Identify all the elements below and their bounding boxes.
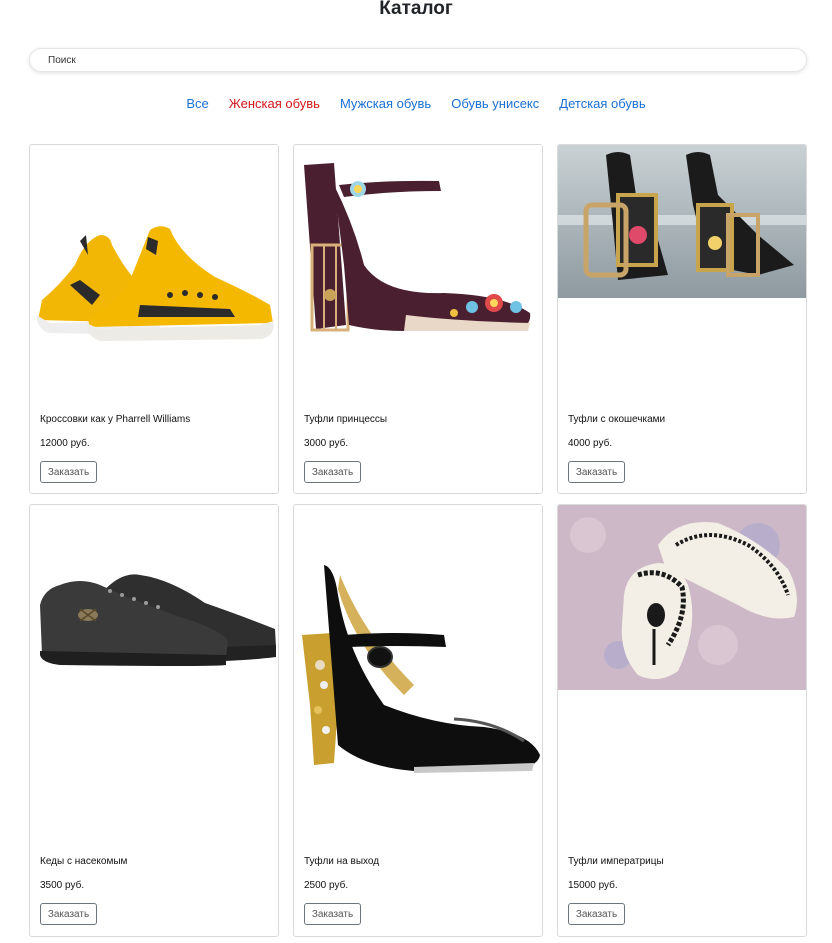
product-name: Кроссовки как у Pharrell Williams	[40, 414, 191, 425]
page-title: Каталог	[379, 0, 453, 19]
catalog-page: Каталог Все Женская обувь Мужская обувь …	[0, 0, 832, 943]
product-card: Кеды с насекомым 3500 руб. Заказать	[29, 504, 279, 937]
product-price: 12000 руб.	[40, 438, 90, 449]
product-card: Кроссовки как у Pharrell Williams 12000 …	[29, 144, 279, 494]
black-patent-heels-image	[294, 505, 542, 840]
product-name: Туфли с окошечками	[568, 414, 666, 425]
product-card: Туфли с окошечками 4000 руб. Заказать	[557, 144, 807, 494]
order-button[interactable]: Заказать	[40, 461, 97, 483]
product-price: 3500 руб.	[40, 880, 85, 891]
burgundy-heels-image	[294, 145, 542, 395]
product-name: Туфли принцессы	[304, 414, 388, 425]
nav-item-men[interactable]: Мужская обувь	[340, 96, 431, 111]
search-input[interactable]	[29, 48, 807, 72]
order-button[interactable]: Заказать	[40, 903, 97, 925]
nav-item-kids[interactable]: Детская обувь	[559, 96, 645, 111]
product-price: 4000 руб.	[568, 438, 613, 449]
order-button[interactable]: Заказать	[568, 461, 625, 483]
order-button[interactable]: Заказать	[304, 461, 361, 483]
product-price: 15000 руб.	[568, 880, 618, 891]
product-name: Туфли императрицы	[568, 856, 664, 867]
black-sneakers-image	[30, 505, 278, 840]
product-name: Кеды с насекомым	[40, 856, 128, 867]
product-card: Туфли на выход 2500 руб. Заказать	[293, 504, 543, 937]
product-price: 3000 руб.	[304, 438, 349, 449]
product-price: 2500 руб.	[304, 880, 349, 891]
black-ornate-heels-image	[558, 145, 806, 298]
product-card: Туфли императрицы 15000 руб. Заказать	[557, 504, 807, 937]
order-button[interactable]: Заказать	[568, 903, 625, 925]
product-name: Туфли на выход	[304, 856, 380, 867]
nav-item-unisex[interactable]: Обувь унисекс	[451, 96, 539, 111]
nav-item-women[interactable]: Женская обувь	[229, 96, 320, 111]
product-card: Туфли принцессы 3000 руб. Заказать	[293, 144, 543, 494]
order-button[interactable]: Заказать	[304, 903, 361, 925]
category-nav: Все Женская обувь Мужская обувь Обувь ун…	[0, 96, 832, 111]
white-lace-slippers-image	[558, 505, 806, 690]
yellow-sneakers-image	[30, 145, 278, 395]
nav-item-all[interactable]: Все	[186, 96, 208, 111]
